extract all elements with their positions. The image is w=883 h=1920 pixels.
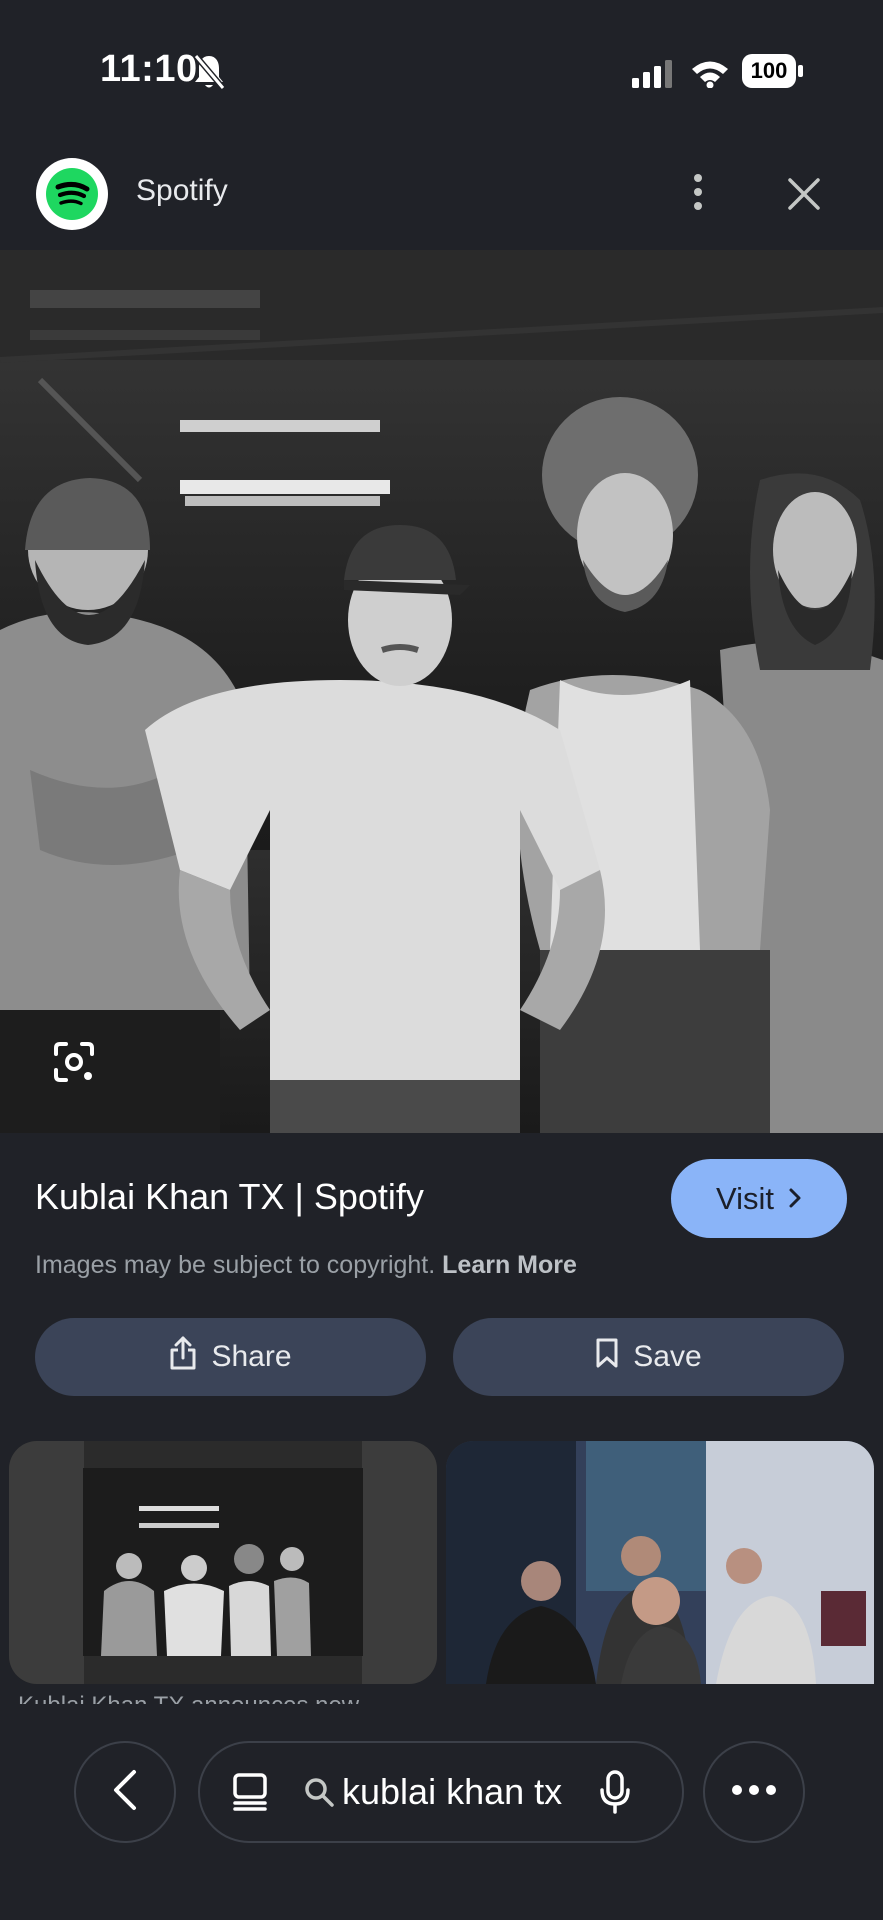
ellipsis-icon [731, 1783, 777, 1801]
cellular-signal-icon [632, 60, 674, 88]
more-options-icon[interactable] [680, 172, 716, 216]
chevron-right-icon [788, 1181, 802, 1217]
save-button[interactable]: Save [453, 1318, 844, 1396]
learn-more-link[interactable]: Learn More [442, 1251, 577, 1279]
share-label: Share [211, 1340, 292, 1373]
tabs-icon[interactable] [232, 1772, 268, 1812]
visit-button[interactable]: Visit [671, 1159, 847, 1238]
related-image-2[interactable] [446, 1441, 874, 1684]
source-name[interactable]: Spotify [136, 174, 228, 208]
related-image-1[interactable] [9, 1441, 437, 1684]
wifi-icon [690, 58, 730, 89]
result-title[interactable]: Kublai Khan TX | Spotify [35, 1176, 424, 1218]
bell-muted-icon [192, 52, 226, 92]
more-menu-button[interactable] [703, 1741, 805, 1843]
battery-icon: 100 [742, 54, 804, 88]
visit-label: Visit [715, 1180, 774, 1216]
share-button[interactable]: Share [35, 1318, 426, 1396]
spotify-logo-icon[interactable] [36, 158, 108, 230]
close-icon[interactable] [784, 174, 824, 214]
battery-level: 100 [750, 58, 788, 83]
bookmark-icon [595, 1337, 619, 1377]
share-icon [169, 1336, 197, 1378]
main-image[interactable] [0, 250, 883, 1133]
status-time: 11:10 [100, 48, 198, 90]
copyright-notice: Images may be subject to copyright. Lear… [35, 1251, 577, 1280]
search-query[interactable]: kublai khan tx [342, 1771, 562, 1813]
chevron-left-icon [112, 1769, 138, 1816]
search-bar[interactable]: kublai khan tx [198, 1741, 684, 1843]
copyright-text: Images may be subject to copyright. [35, 1251, 436, 1279]
microphone-icon[interactable] [600, 1770, 630, 1814]
lens-search-icon[interactable] [52, 1040, 96, 1084]
back-button[interactable] [74, 1741, 176, 1843]
search-icon [304, 1777, 334, 1807]
save-label: Save [633, 1340, 702, 1373]
